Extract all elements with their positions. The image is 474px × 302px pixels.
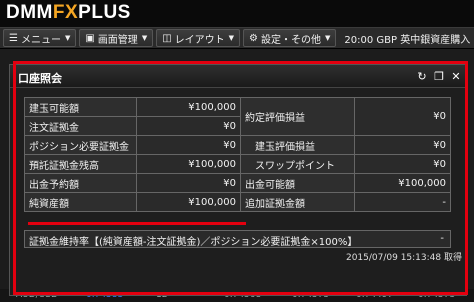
chevron-down-icon: ▼ [64, 34, 71, 42]
label-additional-margin: 追加証拠金額 [240, 192, 355, 212]
screen-management-button[interactable]: ▣ 画面管理 ▼ [79, 29, 154, 47]
chevron-down-icon: ▼ [141, 34, 148, 42]
table-row: 預託証拠金残高 ¥100,000 スワップポイント ¥0 [24, 154, 451, 174]
window-icon: ▣ [85, 32, 95, 44]
refresh-icon[interactable]: ↻ [415, 69, 429, 83]
table-row: ポジション必要証拠金 ¥0 建玉評価損益 ¥0 [24, 135, 451, 155]
title-bar: DMM FX PLUS [0, 0, 474, 27]
label-order-margin: 注文証拠金 [24, 116, 137, 136]
close-icon[interactable]: ✕ [449, 69, 463, 83]
logo-text-plus: PLUS [78, 2, 131, 23]
value-swap-points: ¥0 [354, 154, 451, 174]
label-position-pl: 建玉評価損益 [240, 135, 355, 155]
menu-icon: ☰ [9, 32, 18, 44]
gear-icon: ⚙ [249, 32, 259, 44]
margin-ratio-row: 証拠金維持率【(純資産額-注文証拠金)／ポジション必要証拠金×100%】 - [24, 230, 451, 248]
table-row: 出金予約額 ¥0 出金可能額 ¥100,000 [24, 173, 451, 193]
retrieved-timestamp: 2015/07/09 15:13:48 取得 [345, 253, 462, 263]
news-ticker[interactable]: 20:00 GBP 英中銀資産購入 [344, 31, 470, 46]
value-settled-pl: ¥0 [354, 97, 451, 136]
value-net-assets: ¥100,000 [136, 192, 241, 212]
layout-icon: ◫ [162, 32, 172, 44]
settings-button[interactable]: ⚙ 設定・その他 ▼ [243, 29, 337, 47]
layout-label: レイアウト [174, 34, 225, 46]
value-position-margin: ¥0 [136, 135, 241, 155]
table-row: 建玉可能額 ¥100,000 約定評価損益 ¥0 [24, 97, 451, 136]
menu-label: メニュー [20, 34, 61, 46]
logo-text-fx: FX [52, 2, 79, 23]
value-withdrawable: ¥100,000 [354, 173, 451, 193]
label-swap-points: スワップポイント [240, 154, 355, 174]
dialog-title: 口座照会 [18, 72, 62, 85]
app-logo: DMM FX PLUS [6, 2, 131, 24]
value-position-pl: ¥0 [354, 135, 451, 155]
margin-ratio-value: - [440, 233, 444, 244]
chevron-down-icon: ▼ [228, 34, 235, 42]
logo-text-dmm: DMM [6, 2, 53, 23]
account-table: 建玉可能額 ¥100,000 約定評価損益 ¥0 注文証拠金 ¥0 ポジション必… [24, 97, 451, 212]
label-deposit-balance: 預託証拠金残高 [24, 154, 137, 174]
label-buildable-amount: 建玉可能額 [24, 97, 137, 117]
highlight-underline [28, 222, 246, 225]
label-position-margin: ポジション必要証拠金 [24, 135, 137, 155]
value-additional-margin: - [354, 192, 451, 212]
label-net-assets: 純資産額 [24, 192, 137, 212]
label-withdrawal-reserved: 出金予約額 [24, 173, 137, 193]
label-settled-pl: 約定評価損益 [240, 97, 355, 136]
dialog-title-bar[interactable]: 口座照会 ↻ ❐ ✕ [10, 65, 466, 88]
screen-management-label: 画面管理 [97, 34, 138, 46]
value-deposit-balance: ¥100,000 [136, 154, 241, 174]
chevron-down-icon: ▼ [325, 34, 331, 42]
value-order-margin: ¥0 [136, 116, 241, 136]
label-withdrawable: 出金可能額 [240, 173, 355, 193]
value-buildable-amount: ¥100,000 [136, 97, 241, 117]
menu-bar: ☰ メニュー ▼ ▣ 画面管理 ▼ ◫ レイアウト ▼ ⚙ 設定・その他 ▼ 2… [0, 27, 474, 49]
layout-button[interactable]: ◫ レイアウト ▼ [156, 29, 241, 47]
value-withdrawal-reserved: ¥0 [136, 173, 241, 193]
margin-ratio-label: 証拠金維持率【(純資産額-注文証拠金)／ポジション必要証拠金×100%】 [29, 237, 358, 248]
restore-icon[interactable]: ❐ [432, 69, 446, 83]
menu-button[interactable]: ☰ メニュー ▼ [3, 29, 77, 47]
table-row: 純資産額 ¥100,000 追加証拠金額 - [24, 192, 451, 212]
settings-label: 設定・その他 [261, 34, 322, 46]
